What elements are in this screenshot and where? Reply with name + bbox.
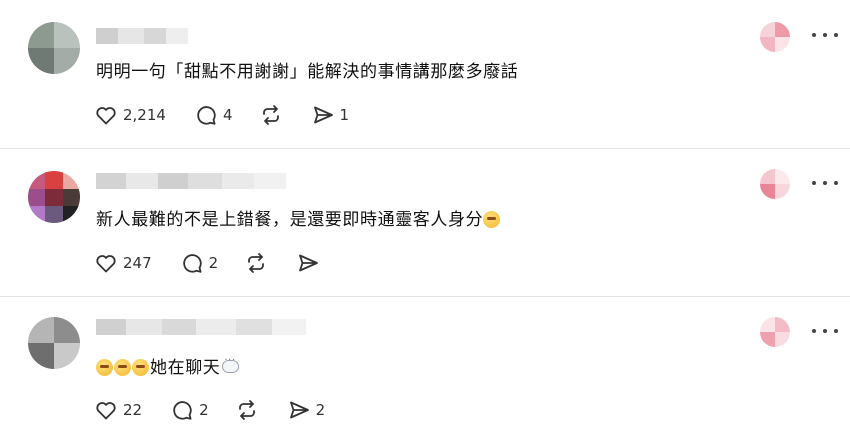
username-redacted[interactable] [96,173,286,189]
repost-icon [262,105,279,125]
share-button[interactable]: 2 [287,397,326,423]
more-options-icon[interactable] [812,30,838,40]
heart-icon [96,402,116,420]
reply-button[interactable]: 2 [180,250,219,276]
send-icon [299,254,319,272]
like-count: 22 [123,401,143,419]
avatar[interactable] [28,22,80,74]
avatar-reaction [760,169,790,199]
repost-button[interactable] [244,250,268,276]
action-bar: 22 2 2 [94,397,341,423]
reply-button[interactable]: 2 [170,397,209,423]
repost-button[interactable] [235,397,259,423]
comment-icon [182,254,202,273]
heart-icon [96,107,116,125]
comment-item: 明明一句「甜點不用謝謝」能解決的事情講那麼多廢話 2,214 4 1 [0,0,850,148]
avatar-reaction [760,317,790,347]
comment-item: 新人最難的不是上錯餐，是還要即時通靈客人身分 247 2 [0,149,850,296]
grimacing-emoji-icon [483,211,501,228]
more-options-icon[interactable] [812,178,838,188]
repost-button[interactable] [259,102,283,128]
speech-balloon-icon [222,355,240,373]
reply-button[interactable]: 4 [194,102,233,128]
avatar[interactable] [28,317,80,369]
share-button[interactable]: 1 [311,102,350,128]
reply-count: 4 [222,106,233,124]
repost-icon [238,400,255,420]
rofl-emoji-icon [96,359,113,376]
username-redacted[interactable] [96,319,306,335]
reply-count: 2 [208,254,219,272]
comment-icon [197,106,216,125]
like-button[interactable]: 22 [94,397,142,423]
send-icon [289,401,309,419]
avatar[interactable] [28,171,80,223]
share-count: 1 [339,106,350,124]
send-icon [313,106,333,124]
like-count: 247 [123,254,152,272]
action-bar: 2,214 4 1 [94,102,365,128]
avatar-reaction [760,22,790,52]
action-bar: 247 2 [94,250,336,276]
comment-text: 明明一句「甜點不用謝謝」能解決的事情講那麼多廢話 [96,62,519,82]
reply-count: 2 [199,401,209,419]
comment-text-content: 她在聊天 [150,358,221,378]
like-count: 2,214 [123,106,166,124]
like-button[interactable]: 247 [94,250,152,276]
rofl-emoji-icon [132,359,149,376]
comment-text-content: 新人最難的不是上錯餐，是還要即時通靈客人身分 [96,210,484,230]
comment-text: 她在聊天 [96,353,240,378]
comment-item: 她在聊天 22 2 2 [0,297,850,440]
heart-icon [96,255,116,273]
like-button[interactable]: 2,214 [94,102,166,128]
share-button[interactable] [296,250,320,276]
repost-icon [248,253,265,273]
comment-text: 新人最難的不是上錯餐，是還要即時通靈客人身分 [96,205,501,230]
share-count: 2 [315,401,326,419]
username-redacted[interactable] [96,28,188,44]
more-options-icon[interactable] [812,326,838,336]
rofl-emoji-icon [114,359,131,376]
comment-icon [173,401,192,420]
